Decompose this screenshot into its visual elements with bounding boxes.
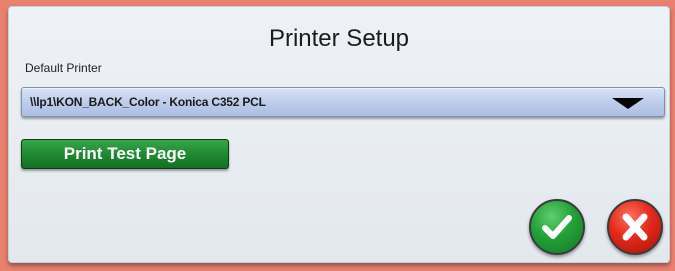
default-printer-value: \\lp1\KON_BACK_Color - Konica C352 PCL: [30, 95, 266, 109]
print-test-page-button[interactable]: Print Test Page: [21, 139, 229, 169]
dialog-title: Printer Setup: [268, 25, 410, 52]
default-printer-dropdown[interactable]: \\lp1\KON_BACK_Color - Konica C352 PCL: [21, 87, 665, 117]
default-printer-label: Default Printer: [25, 61, 102, 75]
cancel-button[interactable]: [607, 199, 663, 255]
x-icon: [622, 213, 648, 241]
chevron-down-icon[interactable]: [612, 98, 644, 109]
checkmark-icon: [542, 215, 572, 239]
ok-button[interactable]: [529, 199, 585, 255]
printer-setup-dialog: Printer Setup Default Printer \\lp1\KON_…: [8, 6, 670, 263]
